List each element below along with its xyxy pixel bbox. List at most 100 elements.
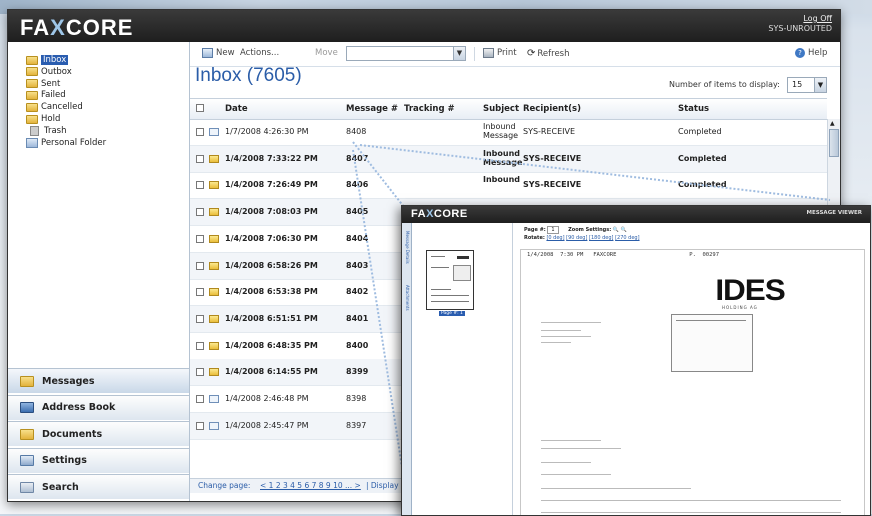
chevron-down-icon[interactable]: ▼: [814, 78, 826, 92]
row-checkbox[interactable]: [196, 128, 204, 136]
table-row[interactable]: 1/4/2008 7:26:49 PM 8406 Inbound SYS-RECEIV…: [190, 172, 827, 200]
row-checkbox[interactable]: [196, 154, 204, 163]
row-checkbox[interactable]: [196, 368, 204, 377]
rotate-90[interactable]: [90 deg]: [566, 235, 587, 241]
table-row[interactable]: 1/4/2008 7:33:22 PM 8407 Inbound Message SY…: [190, 145, 827, 173]
cell-message-number: 8400: [346, 340, 369, 350]
row-checkbox[interactable]: [196, 288, 204, 297]
actions-menu[interactable]: Actions...: [240, 48, 279, 58]
row-checkbox[interactable]: [196, 261, 204, 270]
select-all-checkbox[interactable]: [196, 104, 204, 112]
cell-date: 1/4/2008 2:45:47 PM: [225, 420, 309, 430]
items-per-page-select[interactable]: 15 ▼: [787, 77, 827, 93]
cell-recipient: SYS-RECEIVE: [523, 180, 582, 190]
viewer-side-tabs: Message Details Attachments: [402, 223, 412, 515]
nav-label: Documents: [42, 428, 103, 440]
print-label: Print: [497, 48, 517, 58]
new-label: New: [216, 48, 235, 58]
rotate-270[interactable]: [270 deg]: [615, 235, 639, 241]
table-row[interactable]: 1/7/2008 4:26:30 PM 8408 Inbound Message SY…: [190, 119, 827, 146]
folder-cancelled[interactable]: Cancelled: [26, 101, 83, 113]
help-button[interactable]: ? Help: [795, 48, 827, 58]
toolbar-divider: [474, 47, 475, 61]
new-button[interactable]: New: [202, 48, 235, 58]
cell-message-number: 8397: [346, 420, 367, 430]
cell-message-number: 8404: [346, 233, 369, 243]
col-recipients[interactable]: Recipient(s): [523, 104, 581, 114]
cell-date: 1/4/2008 7:26:49 PM: [225, 180, 318, 190]
folder-outbox[interactable]: Outbox: [26, 66, 72, 78]
folder-failed[interactable]: Failed: [26, 89, 66, 101]
cell-message-number: 8403: [346, 260, 369, 270]
nav-documents[interactable]: Documents: [8, 421, 189, 446]
grid-header: Date Message # Tracking # Subject Recipi…: [190, 98, 827, 120]
chevron-down-icon[interactable]: ▼: [453, 47, 465, 60]
rotate-180[interactable]: [180 deg]: [589, 235, 613, 241]
row-checkbox[interactable]: [196, 421, 204, 430]
nav-settings[interactable]: Settings: [8, 447, 189, 473]
settings-icon: [20, 455, 34, 466]
page-thumbnail[interactable]: [426, 250, 474, 310]
cell-date: 1/4/2008 7:06:30 PM: [225, 233, 318, 243]
folder-hold[interactable]: Hold: [26, 113, 60, 125]
tab-message-details[interactable]: Message Details: [403, 231, 410, 264]
nav-search[interactable]: Search: [8, 474, 189, 499]
col-subject[interactable]: Subject: [483, 104, 519, 114]
logoff-link[interactable]: Log Off: [768, 14, 832, 24]
fax-header-line: 1/4/2008 7:30 PM FAXCORE P. 00297: [527, 252, 720, 258]
tab-attachments[interactable]: Attachments: [403, 285, 410, 311]
row-checkbox[interactable]: [196, 314, 204, 323]
thumbnail-pane: Page #: 1: [412, 223, 513, 515]
folder-label: Sent: [41, 78, 61, 89]
cell-subject: Inbound: [483, 175, 521, 185]
folder-personal-folder[interactable]: Personal Folder: [26, 137, 106, 149]
printer-icon: [483, 48, 494, 58]
refresh-label: Refresh: [537, 48, 570, 59]
nav-label: Search: [42, 481, 79, 493]
folder-sent[interactable]: Sent: [26, 78, 60, 90]
cell-date: 1/4/2008 7:33:22 PM: [225, 153, 318, 163]
row-checkbox[interactable]: [196, 181, 204, 190]
row-checkbox[interactable]: [196, 341, 204, 350]
col-date[interactable]: Date: [225, 104, 248, 114]
col-status[interactable]: Status: [678, 104, 709, 114]
folder-icon: [26, 90, 38, 100]
trash-icon: [30, 125, 39, 136]
documents-icon: [20, 428, 34, 440]
folder-icon: [20, 375, 34, 387]
top-bar: FAXCORE Log Off SYS-UNROUTED: [8, 10, 840, 42]
col-message-number[interactable]: Message #: [346, 104, 398, 114]
folder-inbox[interactable]: Inbox: [26, 54, 69, 66]
print-button[interactable]: Print: [483, 48, 517, 58]
actions-label: Actions...: [240, 48, 280, 58]
move-select[interactable]: ▼: [346, 46, 466, 61]
nav-messages[interactable]: Messages: [8, 368, 189, 393]
move-label: Move: [315, 48, 338, 58]
scroll-thumb[interactable]: [829, 129, 839, 157]
row-checkbox[interactable]: [196, 395, 204, 403]
items-per-page-value: 15: [792, 80, 803, 89]
address-book-icon: [20, 402, 34, 413]
folder-icon: [26, 102, 38, 112]
username: SYS-UNROUTED: [768, 24, 832, 33]
rotate-0[interactable]: [0 deg]: [546, 235, 564, 241]
unread-envelope-icon: [209, 261, 219, 270]
page-links[interactable]: < 1 2 3 4 5 6 7 8 9 10 ... >: [260, 481, 361, 490]
displayed-label: | Display: [366, 481, 399, 490]
zoom-out-icon[interactable]: 🔍: [621, 227, 627, 233]
viewer-logo: FAXCORE: [411, 208, 468, 220]
zoom-in-icon[interactable]: 🔍: [613, 227, 619, 233]
row-checkbox[interactable]: [196, 234, 204, 243]
cell-recipient: SYS-RECEIVE: [523, 153, 582, 163]
scroll-up-icon[interactable]: ▲: [830, 120, 835, 127]
page-number-select[interactable]: 1: [547, 226, 559, 234]
folder-trash[interactable]: Trash: [30, 125, 66, 137]
cell-message-number: 8402: [346, 287, 369, 297]
left-pane: Inbox Outbox Sent Failed Cancelled Hold Trash P…: [8, 42, 190, 501]
refresh-button[interactable]: ⟳ Refresh: [527, 48, 570, 59]
new-icon: [202, 48, 213, 58]
nav-address-book[interactable]: Address Book: [8, 394, 189, 420]
unread-envelope-icon: [209, 181, 219, 190]
row-checkbox[interactable]: [196, 208, 204, 217]
col-tracking-number[interactable]: Tracking #: [404, 104, 455, 114]
